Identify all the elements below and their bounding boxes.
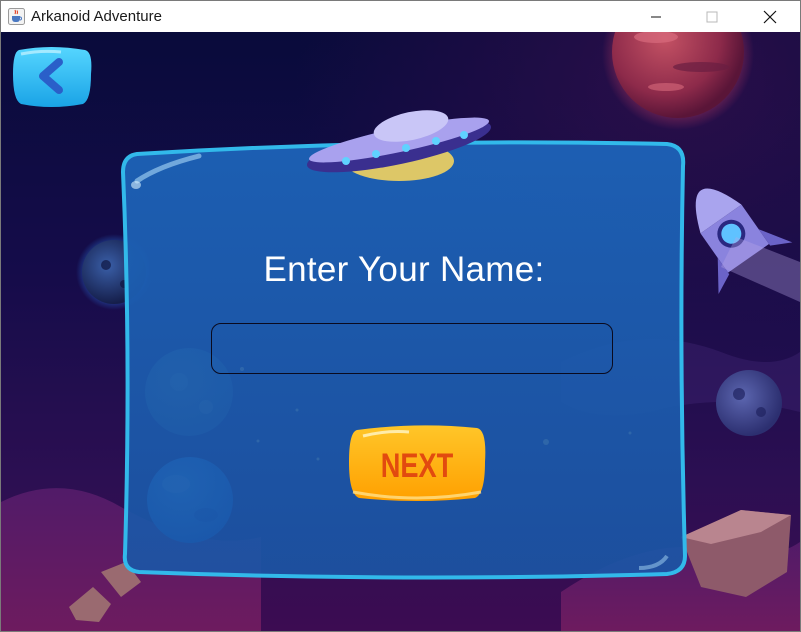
back-button[interactable] xyxy=(11,44,93,108)
maximize-icon xyxy=(706,11,718,22)
close-button[interactable] xyxy=(747,1,793,32)
minimize-icon xyxy=(651,16,661,17)
player-name-input[interactable] xyxy=(211,323,613,374)
app-window: Arkanoid Adventure Enter Your Name: NEXT xyxy=(0,0,801,632)
minimize-button[interactable] xyxy=(633,1,679,32)
ufo-icon xyxy=(306,110,492,181)
window-title: Arkanoid Adventure xyxy=(31,8,162,25)
java-cup-icon xyxy=(8,8,25,25)
close-icon xyxy=(763,10,777,23)
enter-name-heading: Enter Your Name: xyxy=(263,250,545,289)
title-bar[interactable]: Arkanoid Adventure xyxy=(1,1,800,32)
next-button-label: NEXT xyxy=(381,446,454,485)
maximize-button[interactable] xyxy=(689,1,735,32)
game-canvas: Enter Your Name: NEXT xyxy=(1,32,800,631)
next-button[interactable]: NEXT xyxy=(347,422,487,504)
